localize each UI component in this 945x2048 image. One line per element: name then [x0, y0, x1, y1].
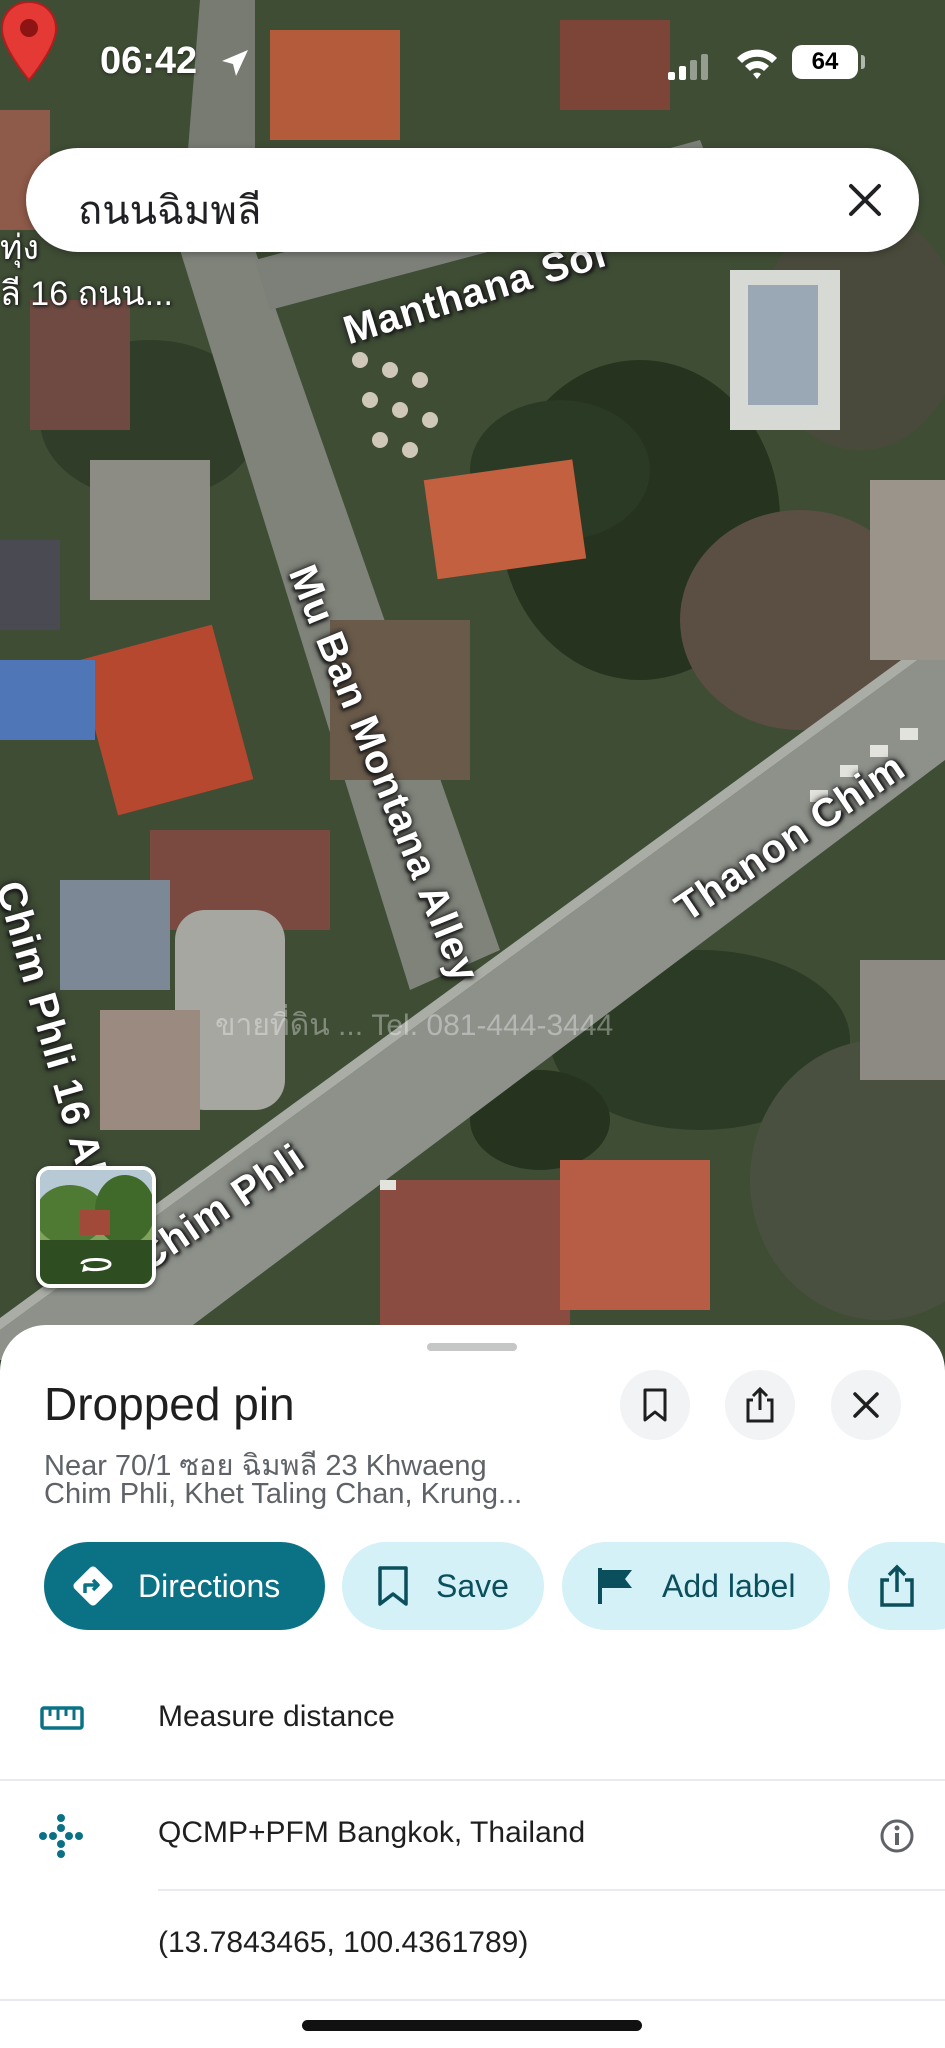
- share-icon: [746, 1386, 774, 1423]
- cellular-signal-icon: [668, 54, 708, 80]
- home-indicator[interactable]: [302, 2020, 642, 2031]
- share-chip-icon: [880, 1564, 914, 1607]
- flag-icon: [598, 1568, 632, 1604]
- place-title: Dropped pin: [44, 1378, 295, 1430]
- save-label: Save: [436, 1567, 509, 1604]
- measure-distance-row[interactable]: Measure distance: [0, 1660, 945, 1778]
- coordinates-row[interactable]: (13.7843465, 100.4361789): [0, 1891, 945, 1999]
- coordinates-text: (13.7843465, 100.4361789): [158, 1926, 529, 1959]
- save-bookmark-icon: [378, 1566, 408, 1606]
- bookmark-icon: [643, 1388, 667, 1422]
- add-label-button[interactable]: Add label: [562, 1542, 830, 1630]
- plus-code-row[interactable]: QCMP+PFM Bangkok, Thailand: [0, 1781, 945, 1889]
- directions-icon: [73, 1566, 113, 1606]
- battery-tip: [861, 55, 865, 69]
- add-label-label: Add label: [662, 1567, 796, 1604]
- clear-search-icon[interactable]: [841, 176, 889, 224]
- battery-indicator: 64: [792, 45, 858, 79]
- location-arrow-icon: [222, 50, 248, 76]
- street-view-thumbnail[interactable]: [36, 1166, 156, 1288]
- map-watermark: ขายที่ดิน ... Tel. 081-444-3444: [215, 1009, 614, 1042]
- measure-distance-label: Measure distance: [158, 1700, 395, 1733]
- status-time: 06:42: [100, 40, 198, 82]
- sheet-drag-handle[interactable]: [427, 1343, 517, 1351]
- status-bar: 06:42 64: [0, 0, 945, 120]
- share-chip-button[interactable]: [848, 1542, 945, 1630]
- rotate-360-icon: [80, 1258, 112, 1272]
- info-icon[interactable]: [878, 1817, 916, 1855]
- bookmark-button[interactable]: [620, 1370, 690, 1440]
- ruler-icon: [40, 1706, 84, 1730]
- plus-code-icon: [39, 1814, 83, 1858]
- divider: [0, 1999, 945, 2001]
- search-bar[interactable]: ถนนฉิมพลี: [26, 148, 919, 252]
- address-line-2: Chim Phli, Khet Taling Chan, Krung...: [44, 1478, 523, 1510]
- search-query-text[interactable]: ถนนฉิมพลี: [78, 178, 261, 242]
- close-icon: [853, 1392, 879, 1418]
- map-label-faded-2: ลี 16 ถนน...: [0, 275, 173, 313]
- share-button[interactable]: [725, 1370, 795, 1440]
- plus-code-text: QCMP+PFM Bangkok, Thailand: [158, 1816, 586, 1849]
- close-sheet-button[interactable]: [831, 1370, 901, 1440]
- directions-button[interactable]: Directions: [44, 1542, 325, 1630]
- wifi-icon: [737, 49, 777, 79]
- save-button[interactable]: Save: [342, 1542, 544, 1630]
- directions-label: Directions: [138, 1567, 281, 1604]
